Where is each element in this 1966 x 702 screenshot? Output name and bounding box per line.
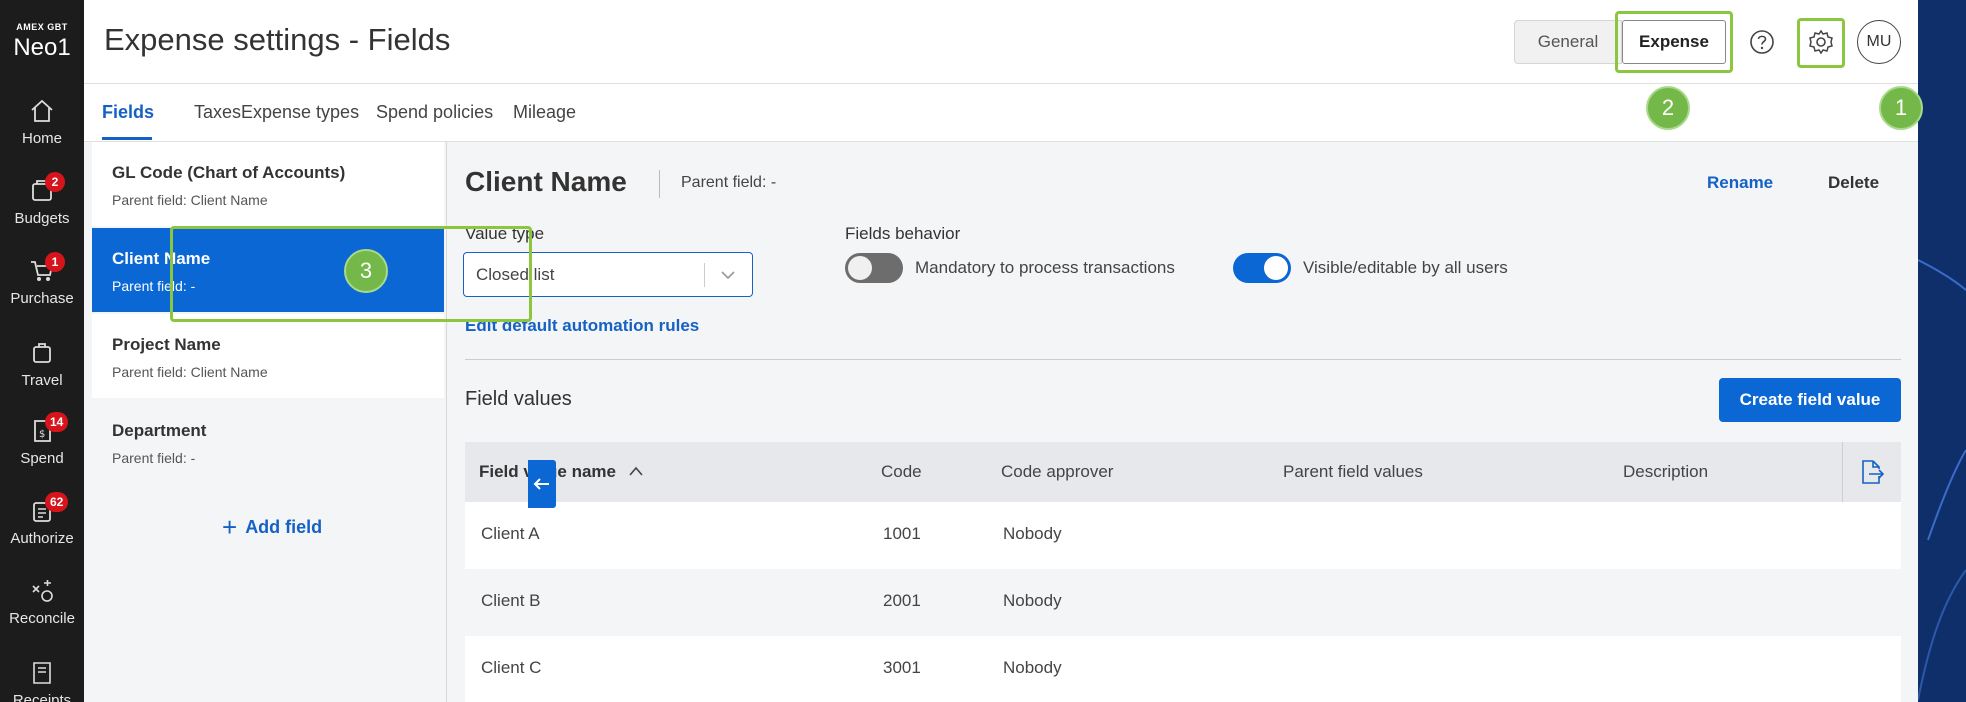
table-header: Field value name Code Code approver Pare… xyxy=(465,442,1901,502)
toggle-knob xyxy=(848,256,872,280)
home-icon xyxy=(29,98,55,124)
gear-highlight-frame xyxy=(1797,18,1845,68)
section-divider xyxy=(465,359,1901,360)
column-description[interactable]: Description xyxy=(1623,462,1708,482)
delete-button[interactable]: Delete xyxy=(1828,173,1879,193)
brand-logo: AMEX GBT Neo1 xyxy=(13,22,71,61)
chevron-down-icon xyxy=(718,265,738,290)
field-detail-panel: Client Name Parent field: - Rename Delet… xyxy=(446,142,1918,702)
general-segment-button[interactable]: General xyxy=(1514,20,1622,64)
budgets-badge: 2 xyxy=(45,172,65,192)
table-row[interactable]: Client C 3001 Nobody xyxy=(465,636,1901,702)
field-values-title: Field values xyxy=(465,388,572,410)
sort-ascending-icon xyxy=(621,462,645,481)
nav-budgets[interactable]: 2 Budgets xyxy=(0,172,84,250)
tab-spend-policies[interactable]: Spend policies xyxy=(376,102,493,123)
table-row[interactable]: Client B 2001 Nobody xyxy=(465,569,1901,636)
mandatory-toggle[interactable] xyxy=(845,253,903,283)
tab-expense-types[interactable]: Expense types xyxy=(241,102,359,123)
fields-behavior-label: Fields behavior xyxy=(845,224,961,243)
field-item-department[interactable]: Department Parent field: - xyxy=(92,400,444,484)
tab-taxes[interactable]: Taxes xyxy=(194,102,241,123)
callout-3: 3 xyxy=(344,249,388,293)
nav-home[interactable]: Home xyxy=(0,98,84,170)
select-divider xyxy=(704,263,705,287)
suitcase-icon xyxy=(29,340,55,366)
clipboard-icon: 62 xyxy=(29,492,69,524)
plus-icon: + xyxy=(222,512,238,542)
page-title: Expense settings - Fields xyxy=(104,22,451,57)
help-icon[interactable] xyxy=(1742,22,1782,62)
active-tab-indicator xyxy=(102,137,152,140)
field-parent: Parent field: - xyxy=(681,174,777,191)
nav-reconcile[interactable]: Reconcile xyxy=(0,578,84,650)
field-title: Client Name xyxy=(465,166,627,197)
field-item-gl-code[interactable]: GL Code (Chart of Accounts) Parent field… xyxy=(92,142,444,226)
budgets-icon: 2 xyxy=(29,172,65,204)
expense-highlight-frame xyxy=(1615,11,1733,73)
spend-icon: $ 14 xyxy=(29,412,69,444)
export-icon[interactable] xyxy=(1857,458,1885,491)
nav-travel[interactable]: Travel xyxy=(0,340,84,412)
user-avatar[interactable]: MU xyxy=(1857,20,1901,64)
background-pattern xyxy=(1918,0,1966,702)
nav-purchase[interactable]: 1 Purchase xyxy=(0,252,84,330)
arrow-left-icon xyxy=(528,478,556,512)
svg-text:$: $ xyxy=(39,429,45,440)
column-code[interactable]: Code xyxy=(881,462,922,482)
visible-toggle-label: Visible/editable by all users xyxy=(1303,258,1508,277)
nav-spend[interactable]: $ 14 Spend xyxy=(0,412,84,490)
table-row[interactable]: Client A 1001 Nobody xyxy=(465,502,1901,569)
toggle-knob xyxy=(1264,256,1288,280)
title-divider xyxy=(659,170,660,198)
spend-badge: 14 xyxy=(45,412,69,432)
left-nav-rail: AMEX GBT Neo1 Home 2 Budgets 1 Purchase … xyxy=(0,0,84,702)
column-parent-field-values[interactable]: Parent field values xyxy=(1283,462,1423,482)
purchase-badge: 1 xyxy=(45,252,65,272)
tab-fields[interactable]: Fields xyxy=(102,102,154,123)
callout-2: 2 xyxy=(1646,86,1690,130)
field-item-project-name[interactable]: Project Name Parent field: Client Name xyxy=(92,314,444,398)
mandatory-toggle-label: Mandatory to process transactions xyxy=(915,258,1175,277)
collapse-panel-button[interactable] xyxy=(528,460,556,508)
reconcile-icon xyxy=(29,578,55,604)
column-field-value-name[interactable]: Field value name xyxy=(479,462,645,482)
nav-receipts[interactable]: Receipts xyxy=(0,660,84,702)
cart-icon: 1 xyxy=(29,252,65,284)
header-divider xyxy=(1842,442,1843,502)
create-field-value-button[interactable]: Create field value xyxy=(1719,378,1901,422)
nav-authorize[interactable]: 62 Authorize xyxy=(0,492,84,570)
settings-tabs: Fields Taxes Expense types Spend policie… xyxy=(84,84,1918,142)
main-app: Expense settings - Fields General Expens… xyxy=(84,0,1923,702)
rename-button[interactable]: Rename xyxy=(1707,173,1773,193)
column-code-approver[interactable]: Code approver xyxy=(1001,462,1113,482)
field-values-table: Field value name Code Code approver Pare… xyxy=(465,442,1901,702)
authorize-badge: 62 xyxy=(45,492,69,512)
callout-1: 1 xyxy=(1879,86,1923,130)
receipts-icon xyxy=(29,660,55,686)
add-field-button[interactable]: + Add field xyxy=(222,512,322,543)
tab-mileage[interactable]: Mileage xyxy=(513,102,576,123)
visible-toggle[interactable] xyxy=(1233,253,1291,283)
